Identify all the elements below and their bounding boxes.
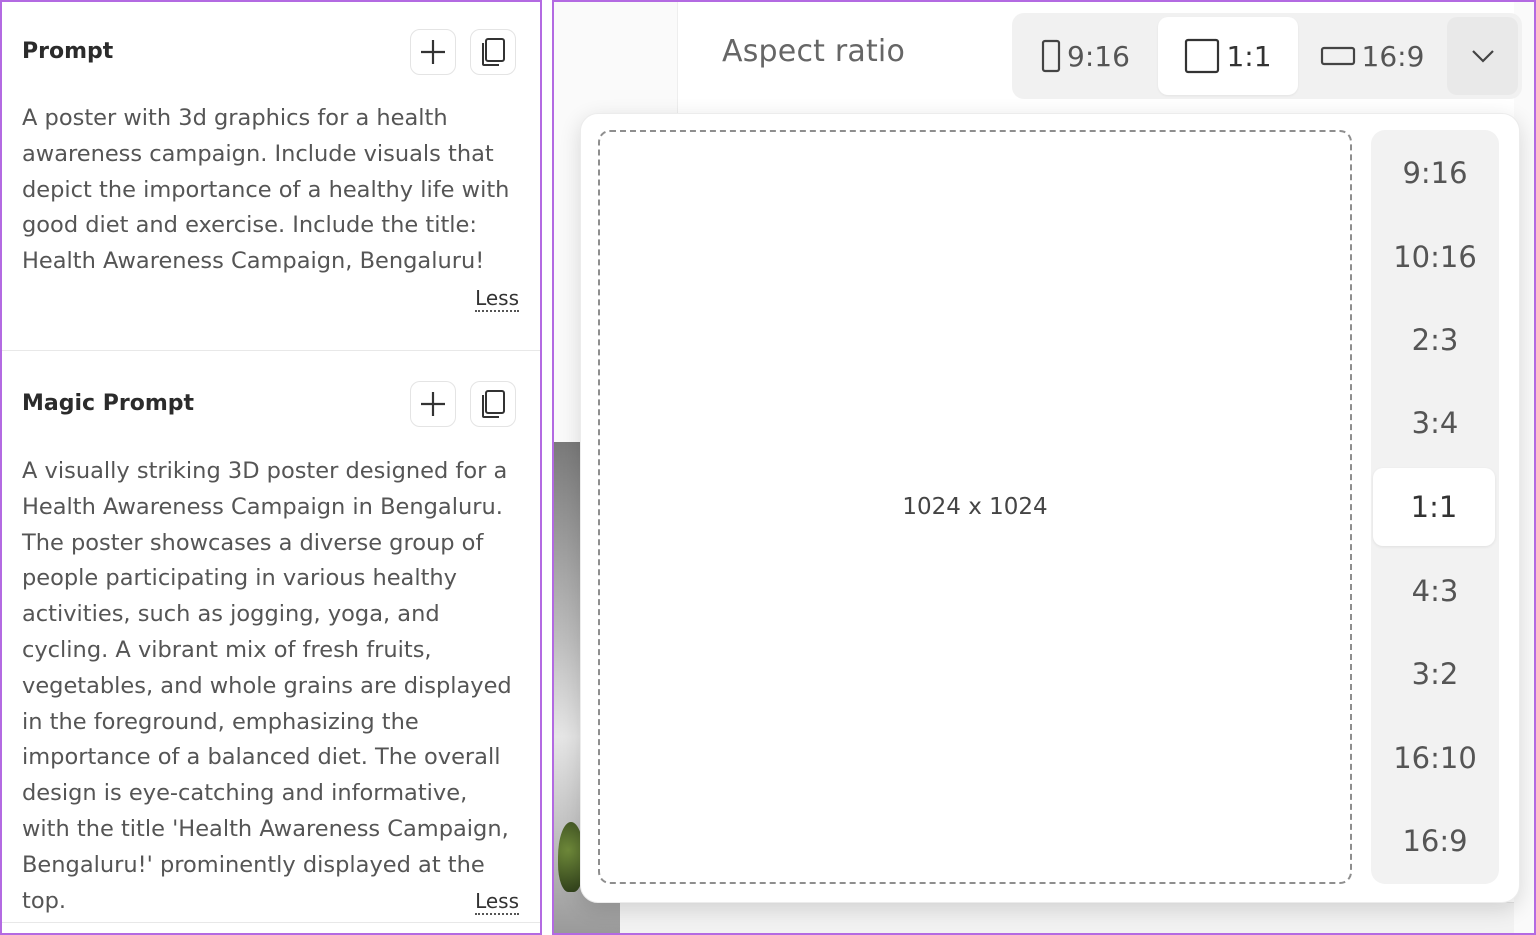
- ratio-item-4-3[interactable]: 4:3: [1375, 552, 1495, 630]
- aspect-option-label: 9:16: [1067, 39, 1130, 73]
- copy-icon: [482, 38, 505, 66]
- aspect-ratio-popover: 1024 x 1024 9:16 10:16 2:3 3:4 1:1 4:3 3…: [580, 113, 1520, 903]
- aspect-ratio-dropdown-button[interactable]: [1447, 17, 1518, 95]
- aspect-ratio-panel: Aspect ratio 9:16 1:1 16:9 1024 x 1024 9…: [552, 0, 1536, 935]
- add-magic-prompt-button[interactable]: [410, 381, 456, 427]
- aspect-option-9-16[interactable]: 9:16: [1016, 17, 1155, 95]
- magic-prompt-title: Magic Prompt: [22, 391, 195, 416]
- aspect-ratio-toggle-group: 9:16 1:1 16:9: [1012, 13, 1522, 99]
- ratio-item-3-2[interactable]: 3:2: [1375, 635, 1495, 713]
- prompt-panel: Prompt A poster with 3d graphics for a h…: [0, 0, 542, 935]
- magic-prompt-text: A visually striking 3D poster designed f…: [22, 458, 512, 914]
- copy-prompt-button[interactable]: [470, 29, 516, 75]
- ratio-item-3-4[interactable]: 3:4: [1375, 384, 1495, 462]
- copy-magic-prompt-button[interactable]: [470, 381, 516, 427]
- aspect-ratio-label: Aspect ratio: [722, 34, 906, 69]
- aspect-option-1-1[interactable]: 1:1: [1158, 17, 1298, 95]
- chevron-down-icon: [1471, 50, 1494, 63]
- section-divider: [2, 922, 540, 923]
- magic-prompt-less-link[interactable]: Less: [475, 889, 519, 915]
- section-divider: [2, 350, 540, 351]
- ratio-item-2-3[interactable]: 2:3: [1375, 301, 1495, 379]
- background-footer: [620, 902, 1532, 933]
- aspect-ratio-preview: 1024 x 1024: [598, 130, 1352, 884]
- aspect-option-label: 1:1: [1226, 39, 1272, 73]
- plus-icon: [421, 40, 445, 64]
- aspect-option-16-9[interactable]: 16:9: [1302, 17, 1442, 95]
- ratio-item-16-10[interactable]: 16:10: [1375, 719, 1495, 797]
- aspect-option-label: 16:9: [1361, 39, 1425, 73]
- prompt-title: Prompt: [22, 39, 114, 64]
- prompt-text: A poster with 3d graphics for a health a…: [22, 105, 510, 275]
- ratio-item-9-16[interactable]: 9:16: [1375, 134, 1495, 212]
- preview-size-label: 1024 x 1024: [902, 494, 1048, 520]
- landscape-rect-icon: [1320, 46, 1355, 66]
- aspect-ratio-list: 9:16 10:16 2:3 3:4 1:1 4:3 3:2 16:10 16:…: [1371, 130, 1499, 884]
- ratio-item-16-9[interactable]: 16:9: [1375, 802, 1495, 880]
- square-icon: [1185, 38, 1220, 74]
- prompt-less-link[interactable]: Less: [475, 286, 519, 312]
- ratio-item-1-1[interactable]: 1:1: [1373, 468, 1495, 546]
- ratio-item-10-16[interactable]: 10:16: [1375, 218, 1495, 296]
- plus-icon: [421, 392, 445, 416]
- portrait-rect-icon: [1041, 39, 1061, 73]
- add-prompt-button[interactable]: [410, 29, 456, 75]
- copy-icon: [482, 390, 505, 418]
